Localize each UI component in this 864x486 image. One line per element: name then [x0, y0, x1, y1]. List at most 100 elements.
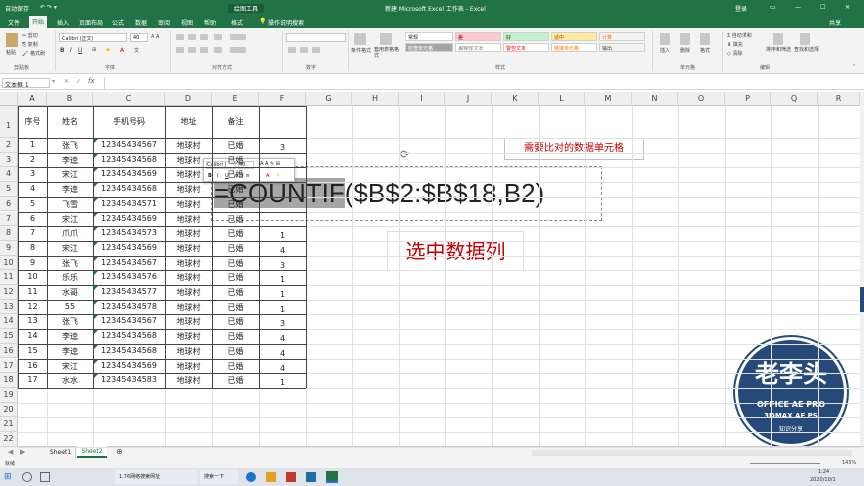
table-cell[interactable]: 4 [259, 334, 306, 346]
table-cell[interactable]: 地球村 [165, 169, 212, 181]
clear-button[interactable]: ◇ 清除 [727, 50, 742, 57]
table-cell[interactable]: 1 [259, 305, 306, 317]
enter-icon[interactable]: ✓ [76, 78, 81, 85]
table-cell[interactable]: 宋江 [47, 169, 93, 181]
folder-icon[interactable] [266, 472, 276, 482]
table-cell[interactable]: 已婚 [212, 316, 259, 328]
tab-help[interactable]: 帮助 [201, 17, 219, 28]
style-good[interactable]: 好 [503, 32, 549, 41]
style-calculation[interactable]: 计算 [599, 32, 645, 41]
row-header[interactable]: 20 [0, 402, 18, 418]
table-cell[interactable]: 12345434571 [93, 199, 165, 211]
column-header[interactable]: C [93, 92, 165, 106]
excel-taskbar-icon[interactable] [326, 471, 338, 483]
fill-color-icon[interactable]: ◆ [106, 47, 110, 53]
table-cell[interactable]: 已婚 [212, 169, 259, 181]
table-cell[interactable]: 7 [18, 228, 47, 240]
font-size-select[interactable]: 40 [130, 33, 148, 42]
table-cell[interactable]: 12345434569 [93, 361, 165, 373]
table-cell[interactable]: 地球村 [165, 184, 212, 196]
cancel-icon[interactable]: ✕ [64, 78, 69, 85]
table-cell[interactable]: 地球村 [165, 316, 212, 328]
format-as-table-button[interactable]: 套用表格格式 [374, 47, 400, 59]
column-header[interactable]: D [165, 92, 212, 106]
table-cell[interactable] [259, 202, 306, 214]
table-header-cell[interactable]: 序号 [18, 116, 47, 128]
table-cell[interactable]: 已婚 [212, 155, 259, 167]
table-cell[interactable]: 12345434568 [93, 184, 165, 196]
table-cell[interactable]: 12345434567 [93, 140, 165, 152]
add-sheet-icon[interactable]: ⊕ [116, 447, 123, 456]
table-cell[interactable]: 55 [47, 302, 93, 314]
column-header[interactable]: O [678, 92, 725, 106]
align-center-icon[interactable] [188, 47, 196, 53]
tab-review[interactable]: 审阅 [155, 17, 173, 28]
windows-start-icon[interactable]: ⊞ [4, 472, 12, 482]
table-cell[interactable]: 李逵 [47, 155, 93, 167]
ribbon-display-icon[interactable]: ▭ [770, 4, 776, 11]
table-cell[interactable]: 已婚 [212, 272, 259, 284]
horizontal-scrollbar[interactable] [532, 450, 852, 456]
error-indicator-icon[interactable] [94, 139, 98, 143]
font-color-icon[interactable]: A [120, 47, 124, 54]
table-cell[interactable] [259, 187, 306, 199]
sort-filter-button[interactable]: 排序和筛选 [766, 47, 792, 53]
format-cells-icon[interactable] [700, 33, 710, 45]
table-cell[interactable]: 3 [259, 319, 306, 331]
row-header[interactable]: 9 [0, 240, 18, 256]
table-cell[interactable]: 已婚 [212, 184, 259, 196]
table-cell[interactable]: 5 [18, 199, 47, 211]
row-header[interactable]: 11 [0, 270, 18, 285]
app-icon[interactable] [306, 472, 316, 482]
column-header[interactable]: I [399, 92, 445, 106]
row-header[interactable]: 22 [0, 432, 18, 447]
maximize-icon[interactable]: ☐ [820, 4, 825, 11]
table-cell[interactable]: 12345434573 [93, 228, 165, 240]
table-cell[interactable]: 爪爪 [47, 228, 93, 240]
table-cell[interactable]: 地球村 [165, 302, 212, 314]
name-box[interactable]: 文本框 1 [2, 78, 50, 89]
next-sheet-icon[interactable]: ▶ [20, 448, 25, 456]
row-header[interactable]: 5 [0, 182, 18, 197]
conditional-format-button[interactable]: 条件格式 [351, 47, 371, 54]
table-cell[interactable]: 已婚 [212, 346, 259, 358]
column-header[interactable]: G [306, 92, 352, 106]
task-view-icon[interactable] [40, 472, 50, 482]
row-header[interactable]: 18 [0, 373, 18, 388]
underline-icon[interactable]: U [78, 47, 82, 54]
table-cell[interactable]: 15 [18, 346, 47, 358]
error-indicator-icon[interactable] [94, 315, 98, 320]
table-cell[interactable]: 3 [259, 143, 306, 155]
column-header[interactable]: J [445, 92, 492, 106]
table-cell[interactable]: 已婚 [212, 258, 259, 270]
table-cell[interactable]: 地球村 [165, 361, 212, 373]
column-header[interactable]: A [18, 92, 47, 106]
style-normal[interactable]: 常规 [405, 32, 453, 41]
table-cell[interactable]: 张飞 [47, 316, 93, 328]
table-cell[interactable]: 12345434569 [93, 214, 165, 226]
table-cell[interactable]: 17 [18, 375, 47, 387]
table-cell[interactable]: 12345434568 [93, 331, 165, 343]
row-header[interactable]: 13 [0, 299, 18, 315]
table-cell[interactable]: 宋江 [47, 243, 93, 255]
close-icon[interactable]: ✕ [845, 4, 850, 11]
table-cell[interactable]: 4 [18, 184, 47, 196]
tab-home[interactable]: 开始 [29, 16, 48, 28]
table-cell[interactable]: 已婚 [212, 302, 259, 314]
align-bottom-icon[interactable] [200, 34, 208, 40]
insert-function-icon[interactable]: fx [88, 77, 95, 85]
table-cell[interactable]: 12 [18, 302, 47, 314]
table-cell[interactable]: 12345434576 [93, 272, 165, 284]
row-header[interactable]: 12 [0, 285, 18, 300]
table-cell[interactable]: 6 [18, 214, 47, 226]
scrollbar-thumb[interactable] [860, 287, 864, 312]
table-cell[interactable]: 地球村 [165, 375, 212, 387]
row-header[interactable]: 19 [0, 387, 18, 403]
column-header[interactable]: P [725, 92, 771, 106]
table-cell[interactable]: 飞雪 [47, 199, 93, 211]
vertical-scrollbar[interactable] [860, 92, 864, 446]
number-format-select[interactable] [286, 33, 346, 42]
row-header[interactable]: 21 [0, 417, 18, 432]
currency-icon[interactable] [288, 47, 296, 53]
error-indicator-icon[interactable] [94, 212, 98, 217]
